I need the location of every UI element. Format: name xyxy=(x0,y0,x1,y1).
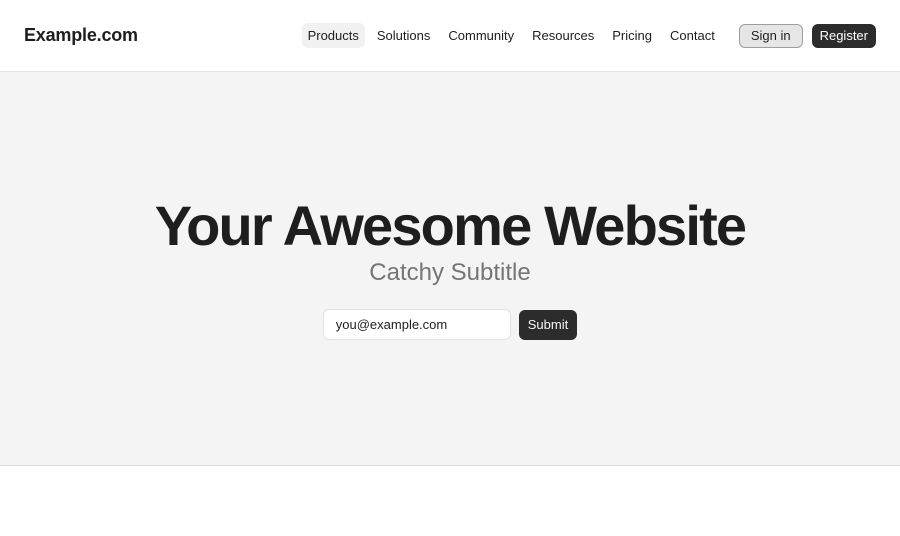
nav-item-resources[interactable]: Resources xyxy=(526,23,600,48)
nav-item-pricing[interactable]: Pricing xyxy=(606,23,658,48)
nav-item-community[interactable]: Community xyxy=(442,23,520,48)
signup-form: Submit xyxy=(322,309,578,340)
site-logo[interactable]: Example.com xyxy=(24,25,138,46)
hero-title: Your Awesome Website xyxy=(154,194,747,257)
submit-button[interactable]: Submit xyxy=(518,309,578,340)
auth-buttons: Sign in Register xyxy=(738,23,876,48)
register-button[interactable]: Register xyxy=(811,23,876,48)
nav-item-products[interactable]: Products xyxy=(301,23,365,48)
hero-section: Your Awesome Website Catchy Subtitle Sub… xyxy=(0,72,900,466)
content-area xyxy=(0,466,900,536)
main-nav: Products Solutions Community Resources P… xyxy=(296,23,721,48)
sign-in-button[interactable]: Sign in xyxy=(738,23,803,48)
site-header: Example.com Products Solutions Community… xyxy=(0,0,900,72)
hero-subtitle: Catchy Subtitle xyxy=(369,259,531,286)
nav-item-solutions[interactable]: Solutions xyxy=(371,23,436,48)
email-input[interactable] xyxy=(322,309,511,340)
nav-item-contact[interactable]: Contact xyxy=(664,23,721,48)
